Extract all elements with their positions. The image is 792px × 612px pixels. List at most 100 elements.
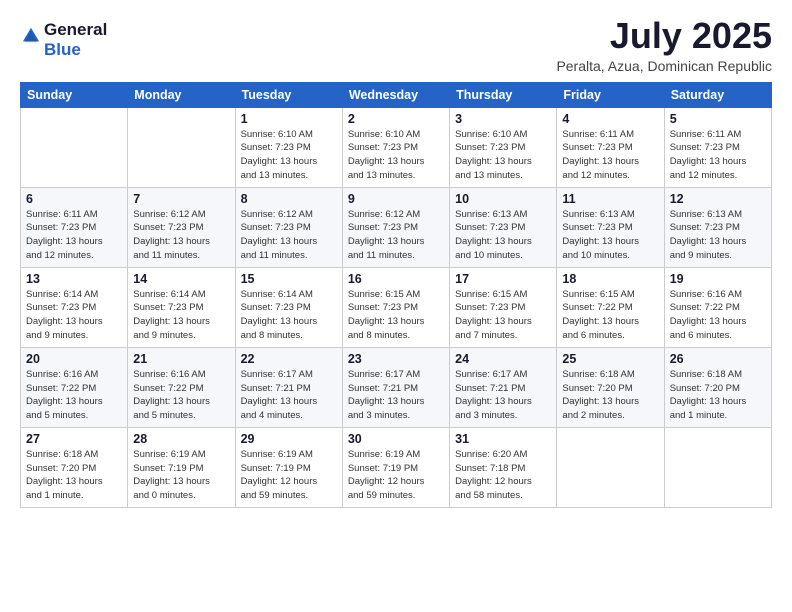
calendar-cell: 10 Sunrise: 6:13 AM Sunset: 7:23 PM Dayli…: [450, 187, 557, 267]
day-number: 27: [26, 432, 122, 446]
day-info: Sunrise: 6:13 AM Sunset: 7:23 PM Dayligh…: [562, 208, 658, 263]
col-header-monday: Monday: [128, 82, 235, 107]
day-number: 13: [26, 272, 122, 286]
col-header-tuesday: Tuesday: [235, 82, 342, 107]
day-number: 14: [133, 272, 229, 286]
day-info: Sunrise: 6:16 AM Sunset: 7:22 PM Dayligh…: [670, 288, 766, 343]
header: General Blue July 2025 Peralta, Azua, Do…: [20, 16, 772, 74]
day-info: Sunrise: 6:11 AM Sunset: 7:23 PM Dayligh…: [562, 128, 658, 183]
week-row: 13 Sunrise: 6:14 AM Sunset: 7:23 PM Dayli…: [21, 267, 772, 347]
day-number: 9: [348, 192, 444, 206]
week-row: 20 Sunrise: 6:16 AM Sunset: 7:22 PM Dayli…: [21, 347, 772, 427]
calendar-cell: 15Sunrise: 6:14 AM Sunset: 7:23 PM Dayli…: [235, 267, 342, 347]
title-block: July 2025 Peralta, Azua, Dominican Repub…: [556, 16, 772, 74]
month-title: July 2025: [556, 16, 772, 56]
calendar-cell: 26Sunrise: 6:18 AM Sunset: 7:20 PM Dayli…: [664, 347, 771, 427]
calendar-cell: 7 Sunrise: 6:12 AM Sunset: 7:23 PM Daylig…: [128, 187, 235, 267]
calendar-cell: 12 Sunrise: 6:13 AM Sunset: 7:23 PM Dayli…: [664, 187, 771, 267]
day-number: 3: [455, 112, 551, 126]
day-number: 24: [455, 352, 551, 366]
day-info: Sunrise: 6:13 AM Sunset: 7:23 PM Dayligh…: [670, 208, 766, 263]
day-info: Sunrise: 6:16 AM Sunset: 7:22 PM Dayligh…: [133, 368, 229, 423]
day-number: 19: [670, 272, 766, 286]
day-info: Sunrise: 6:10 AM Sunset: 7:23 PM Dayligh…: [455, 128, 551, 183]
day-number: 15: [241, 272, 337, 286]
col-header-sunday: Sunday: [21, 82, 128, 107]
day-number: 5: [670, 112, 766, 126]
calendar-cell: 30 Sunrise: 6:19 AM Sunset: 7:19 PM Dayli…: [342, 427, 449, 507]
day-info: Sunrise: 6:12 AM Sunset: 7:23 PM Dayligh…: [348, 208, 444, 263]
header-row: SundayMondayTuesdayWednesdayThursdayFrid…: [21, 82, 772, 107]
day-info: Sunrise: 6:18 AM Sunset: 7:20 PM Dayligh…: [670, 368, 766, 423]
day-number: 12: [670, 192, 766, 206]
day-number: 22: [241, 352, 337, 366]
day-number: 29: [241, 432, 337, 446]
logo-blue: Blue: [44, 40, 107, 60]
day-info: Sunrise: 6:18 AM Sunset: 7:20 PM Dayligh…: [562, 368, 658, 423]
day-number: 8: [241, 192, 337, 206]
calendar-table: SundayMondayTuesdayWednesdayThursdayFrid…: [20, 82, 772, 508]
day-info: Sunrise: 6:19 AM Sunset: 7:19 PM Dayligh…: [241, 448, 337, 503]
day-number: 10: [455, 192, 551, 206]
day-number: 18: [562, 272, 658, 286]
day-info: Sunrise: 6:11 AM Sunset: 7:23 PM Dayligh…: [26, 208, 122, 263]
day-number: 28: [133, 432, 229, 446]
day-info: Sunrise: 6:14 AM Sunset: 7:23 PM Dayligh…: [133, 288, 229, 343]
calendar-cell: 8 Sunrise: 6:12 AM Sunset: 7:23 PM Daylig…: [235, 187, 342, 267]
calendar-cell: 22 Sunrise: 6:17 AM Sunset: 7:21 PM Dayli…: [235, 347, 342, 427]
calendar-cell: 31 Sunrise: 6:20 AM Sunset: 7:18 PM Dayli…: [450, 427, 557, 507]
calendar-cell: 2 Sunrise: 6:10 AM Sunset: 7:23 PM Daylig…: [342, 107, 449, 187]
day-number: 17: [455, 272, 551, 286]
col-header-friday: Friday: [557, 82, 664, 107]
calendar-cell: [557, 427, 664, 507]
calendar-cell: [21, 107, 128, 187]
day-number: 11: [562, 192, 658, 206]
day-number: 20: [26, 352, 122, 366]
calendar-cell: 17 Sunrise: 6:15 AM Sunset: 7:23 PM Dayli…: [450, 267, 557, 347]
day-number: 25: [562, 352, 658, 366]
calendar-cell: [664, 427, 771, 507]
day-info: Sunrise: 6:17 AM Sunset: 7:21 PM Dayligh…: [455, 368, 551, 423]
day-number: 23: [348, 352, 444, 366]
calendar-cell: 24 Sunrise: 6:17 AM Sunset: 7:21 PM Dayli…: [450, 347, 557, 427]
calendar-cell: 18Sunrise: 6:15 AM Sunset: 7:22 PM Dayli…: [557, 267, 664, 347]
calendar-cell: 13 Sunrise: 6:14 AM Sunset: 7:23 PM Dayli…: [21, 267, 128, 347]
calendar-cell: 21Sunrise: 6:16 AM Sunset: 7:22 PM Dayli…: [128, 347, 235, 427]
calendar-cell: [128, 107, 235, 187]
calendar-cell: 20 Sunrise: 6:16 AM Sunset: 7:22 PM Dayli…: [21, 347, 128, 427]
day-number: 30: [348, 432, 444, 446]
day-info: Sunrise: 6:12 AM Sunset: 7:23 PM Dayligh…: [133, 208, 229, 263]
day-info: Sunrise: 6:17 AM Sunset: 7:21 PM Dayligh…: [241, 368, 337, 423]
week-row: 27 Sunrise: 6:18 AM Sunset: 7:20 PM Dayli…: [21, 427, 772, 507]
col-header-saturday: Saturday: [664, 82, 771, 107]
calendar-cell: 3 Sunrise: 6:10 AM Sunset: 7:23 PM Daylig…: [450, 107, 557, 187]
col-header-thursday: Thursday: [450, 82, 557, 107]
calendar-cell: 16 Sunrise: 6:15 AM Sunset: 7:23 PM Dayli…: [342, 267, 449, 347]
day-number: 2: [348, 112, 444, 126]
calendar-cell: 4Sunrise: 6:11 AM Sunset: 7:23 PM Daylig…: [557, 107, 664, 187]
day-info: Sunrise: 6:15 AM Sunset: 7:23 PM Dayligh…: [455, 288, 551, 343]
logo: General Blue: [20, 20, 107, 59]
day-info: Sunrise: 6:12 AM Sunset: 7:23 PM Dayligh…: [241, 208, 337, 263]
day-info: Sunrise: 6:20 AM Sunset: 7:18 PM Dayligh…: [455, 448, 551, 503]
calendar-cell: 29 Sunrise: 6:19 AM Sunset: 7:19 PM Dayli…: [235, 427, 342, 507]
day-info: Sunrise: 6:19 AM Sunset: 7:19 PM Dayligh…: [348, 448, 444, 503]
day-number: 7: [133, 192, 229, 206]
calendar-cell: 27 Sunrise: 6:18 AM Sunset: 7:20 PM Dayli…: [21, 427, 128, 507]
day-number: 16: [348, 272, 444, 286]
calendar-cell: 25 Sunrise: 6:18 AM Sunset: 7:20 PM Dayli…: [557, 347, 664, 427]
day-info: Sunrise: 6:10 AM Sunset: 7:23 PM Dayligh…: [348, 128, 444, 183]
day-info: Sunrise: 6:16 AM Sunset: 7:22 PM Dayligh…: [26, 368, 122, 423]
day-number: 31: [455, 432, 551, 446]
logo-icon: [22, 27, 40, 45]
day-number: 6: [26, 192, 122, 206]
calendar-cell: 11 Sunrise: 6:13 AM Sunset: 7:23 PM Dayli…: [557, 187, 664, 267]
day-info: Sunrise: 6:15 AM Sunset: 7:23 PM Dayligh…: [348, 288, 444, 343]
day-info: Sunrise: 6:14 AM Sunset: 7:23 PM Dayligh…: [26, 288, 122, 343]
week-row: 6 Sunrise: 6:11 AM Sunset: 7:23 PM Daylig…: [21, 187, 772, 267]
calendar-cell: 1Sunrise: 6:10 AM Sunset: 7:23 PM Daylig…: [235, 107, 342, 187]
day-info: Sunrise: 6:19 AM Sunset: 7:19 PM Dayligh…: [133, 448, 229, 503]
day-info: Sunrise: 6:13 AM Sunset: 7:23 PM Dayligh…: [455, 208, 551, 263]
day-info: Sunrise: 6:18 AM Sunset: 7:20 PM Dayligh…: [26, 448, 122, 503]
day-info: Sunrise: 6:10 AM Sunset: 7:23 PM Dayligh…: [241, 128, 337, 183]
